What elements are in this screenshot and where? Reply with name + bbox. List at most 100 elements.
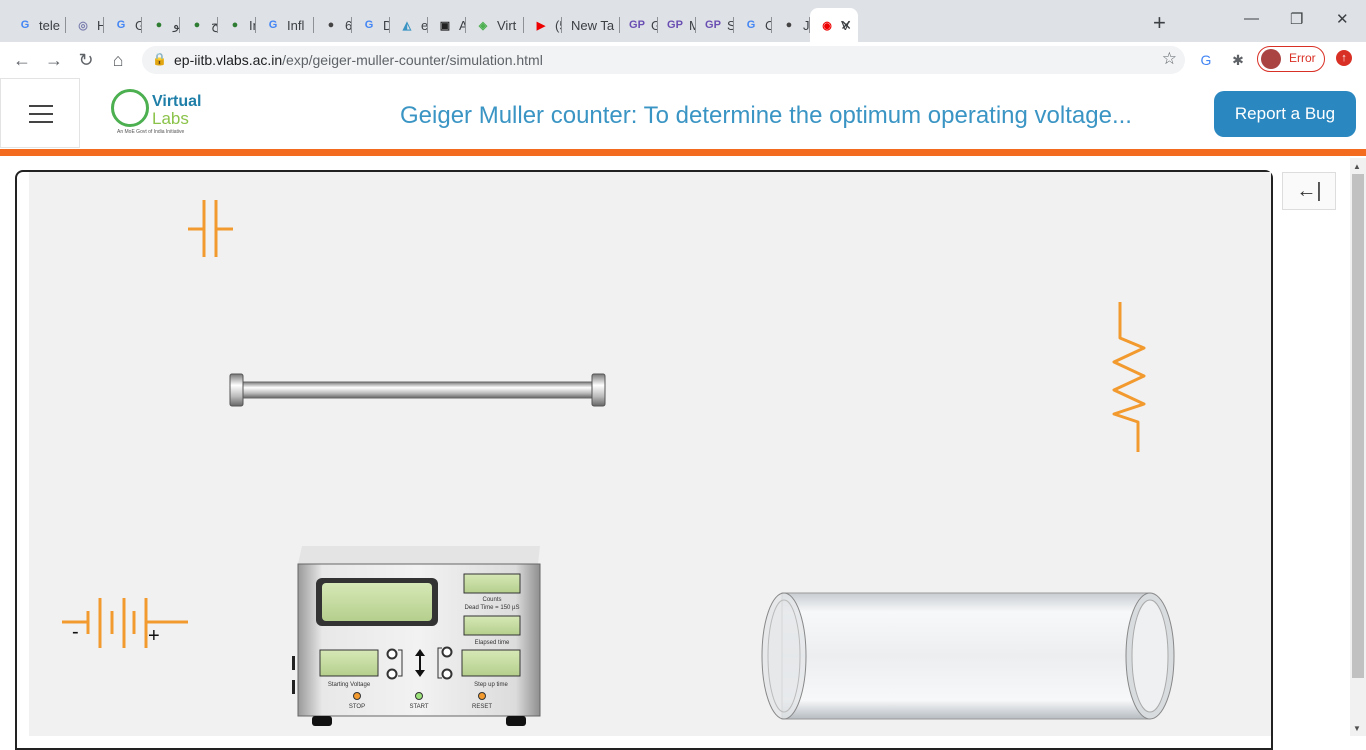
close-window-button[interactable]: ✕ [1336,10,1349,28]
glass-tube-component[interactable] [760,590,1176,722]
menu-line [29,121,53,123]
globe-icon: ● [785,19,793,31]
recording-icon: ◉ [822,19,832,32]
menu-line [29,113,53,115]
logo-tagline: An MoE Govt of India Initiative [117,129,185,135]
google-icon: G [746,19,756,31]
google-icon: G [364,19,374,31]
browser-tab[interactable]: ◈ Virt [466,8,524,42]
browser-tab[interactable]: GPMi [658,8,696,42]
browser-tab[interactable]: ◎Ha [66,8,104,42]
anode-wire-rod[interactable] [229,373,606,408]
shield-icon: ● [193,19,201,31]
extensions-puzzle-icon[interactable]: ✱ [1228,50,1248,70]
collapse-panel-button[interactable]: ←| [1282,172,1336,210]
scroll-down-icon[interactable]: ▼ [1353,724,1361,733]
profile-error-button[interactable]: Error [1257,46,1325,72]
dead-time-label: Dead Time = 150 µS [465,605,520,611]
page-scrollbar[interactable]: ▲ ▼ [1350,158,1366,736]
logo-line2: Labs [152,109,189,128]
address-bar[interactable]: 🔒 ep-iitb.vlabs.ac.in/exp/geiger-muller-… [142,46,1185,74]
browser-tab[interactable]: GPGe [620,8,658,42]
gp-icon: GP [667,19,683,31]
gp-icon: GP [629,19,645,31]
gp-icon: GP [705,19,721,31]
flask-icon [111,89,149,127]
browser-tab[interactable]: ●6_2 [314,8,352,42]
virtual-labs-logo[interactable]: Virtual Labs An MoE Govt of India Initia… [111,89,202,139]
resistor-component[interactable] [1110,302,1150,454]
back-icon[interactable]: ← [10,48,34,72]
menu-line [29,105,53,107]
close-tab-icon[interactable]: ✕ [840,17,852,34]
browser-toolbar: ← → ↻ ⌂ 🔒 ep-iitb.vlabs.ac.in/exp/geiger… [0,42,1366,79]
battery-minus-label: - [72,621,79,643]
browser-tab[interactable]: G Infl [256,8,314,42]
new-tab-button[interactable]: + [1153,12,1166,34]
minimize-button[interactable]: — [1244,10,1259,27]
start-label: START [409,704,428,710]
site-header: Virtual Labs An MoE Govt of India Initia… [0,78,1366,149]
profile-status: Error [1289,51,1316,65]
restore-button[interactable]: ❐ [1290,10,1303,28]
browser-tab[interactable]: ●Jus [772,8,810,42]
tab-strip: Gtele◎HaGGo●مو●مح●IntGInfl●6_2GDef◭ele▣A… [0,0,1366,42]
translate-icon: G [116,19,126,31]
step-up-time-label: Step up time [474,682,508,688]
tab-label: Virt [497,17,517,33]
header-accent-bar [0,149,1366,156]
boat-icon: ◭ [402,19,412,32]
scrollbar-thumb[interactable] [1352,174,1364,678]
battery-component[interactable]: - + [62,594,190,654]
browser-tab[interactable]: ▣Alp [428,8,466,42]
browser-tab[interactable]: ●مح [180,8,218,42]
tab-list: Gtele◎HaGGo●مو●مح●IntGInfl●6_2GDef◭ele▣A… [8,8,858,42]
starting-voltage-label: Starting Voltage [328,682,371,688]
bookmark-star-icon[interactable]: ☆ [1162,49,1177,69]
browser-tab[interactable]: GCh [734,8,772,42]
tab-label: tele [39,17,60,33]
google-icon: G [268,19,278,31]
browser-tab[interactable]: ●مو [142,8,180,42]
globe-icon: ● [327,19,335,31]
shield-icon: ● [231,19,239,31]
browser-tab[interactable]: ●Int [218,8,256,42]
report-bug-button[interactable]: Report a Bug [1214,91,1356,137]
reload-icon[interactable]: ↻ [74,48,98,72]
capacitor-component[interactable] [188,200,234,258]
page-title: Geiger Muller counter: To determine the … [400,102,1132,129]
virtual-labs-icon: ◈ [478,19,488,32]
hamburger-menu-button[interactable] [0,78,80,148]
url-text[interactable]: ep-iitb.vlabs.ac.in/exp/geiger-muller-co… [174,52,543,68]
reset-label: RESET [472,704,492,710]
tab-active[interactable]: ◉ V ✕ [810,8,858,42]
update-icon[interactable]: ↑ [1336,50,1352,66]
avatar [1261,49,1281,69]
url-path: /exp/geiger-muller-counter/simulation.ht… [282,52,543,68]
google-icon: G [20,19,30,31]
battery-plus-label: + [148,625,160,647]
browser-tab[interactable]: New Ta [562,8,620,42]
home-icon[interactable]: ⌂ [106,48,130,72]
stop-label: STOP [349,704,365,710]
globe-icon: ◎ [78,19,88,32]
tab-label: Infl [287,17,305,33]
browser-tab[interactable]: GDef [352,8,390,42]
youtube-icon: ▶ [536,19,546,32]
tab-label: New Ta [571,17,615,33]
shield-icon: ● [155,19,163,31]
browser-tab[interactable]: ◭ele [390,8,428,42]
browser-tab[interactable]: Gtele [8,8,66,42]
counts-label: Counts [482,597,501,603]
forward-icon[interactable]: → [42,48,66,72]
lock-icon: 🔒 [152,52,167,66]
browser-tab[interactable]: GGo [104,8,142,42]
phet-icon: ▣ [439,19,451,32]
browser-tab[interactable]: ▶(53 [524,8,562,42]
browser-tab[interactable]: GPSw [696,8,734,42]
scroll-up-icon[interactable]: ▲ [1353,162,1361,171]
url-host: ep-iitb.vlabs.ac.in [174,52,283,68]
elapsed-time-label: Elapsed time [475,640,510,646]
gm-counter-device[interactable]: Counts Dead Time = 150 µS Elapsed time S… [290,546,546,728]
translate-extension-icon[interactable]: G [1196,50,1216,70]
